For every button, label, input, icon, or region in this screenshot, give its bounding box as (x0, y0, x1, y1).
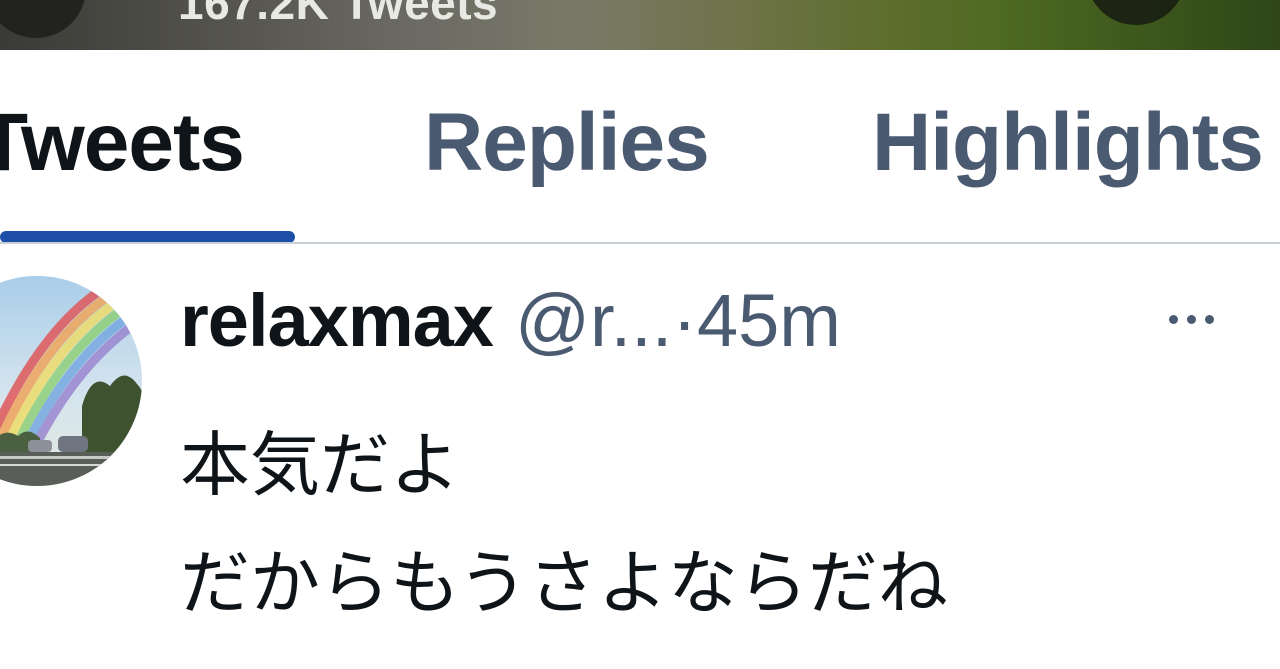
more-horizontal-icon (1204, 314, 1214, 324)
avatar[interactable] (0, 276, 142, 486)
more-horizontal-icon (1186, 314, 1196, 324)
separator-dot: · (672, 279, 697, 362)
tweet[interactable]: relaxmax @r...·45m 本気だよ だからもうさよならだね (0, 244, 1280, 669)
search-button[interactable] (1086, 0, 1186, 25)
tab-replies[interactable]: Replies (424, 102, 710, 184)
profile-screen: 167.2K Tweets Tweets Replies Highlights (0, 0, 1280, 669)
profile-banner: 167.2K Tweets (0, 0, 1280, 50)
profile-tabs: Tweets Replies Highlights (0, 50, 1280, 244)
tweet-count: 167.2K Tweets (178, 0, 499, 29)
avatar-image (0, 276, 142, 486)
more-options-button[interactable] (1156, 284, 1226, 354)
user-handle[interactable]: @r... (515, 279, 672, 362)
tweet-header: relaxmax @r...·45m (180, 284, 841, 358)
back-button[interactable] (0, 0, 86, 38)
more-horizontal-icon (1168, 314, 1178, 324)
tweet-text-line: だからもうさよならだね (180, 542, 948, 624)
tweet-text: 本気だよ だからもうさよならだね (180, 406, 948, 642)
display-name[interactable]: relaxmax (180, 279, 494, 362)
tab-highlights[interactable]: Highlights (872, 102, 1264, 184)
tweet-text-line: 本気だよ (180, 424, 460, 506)
tab-tweets[interactable]: Tweets (0, 102, 245, 184)
tweet-timestamp[interactable]: 45m (697, 279, 841, 362)
